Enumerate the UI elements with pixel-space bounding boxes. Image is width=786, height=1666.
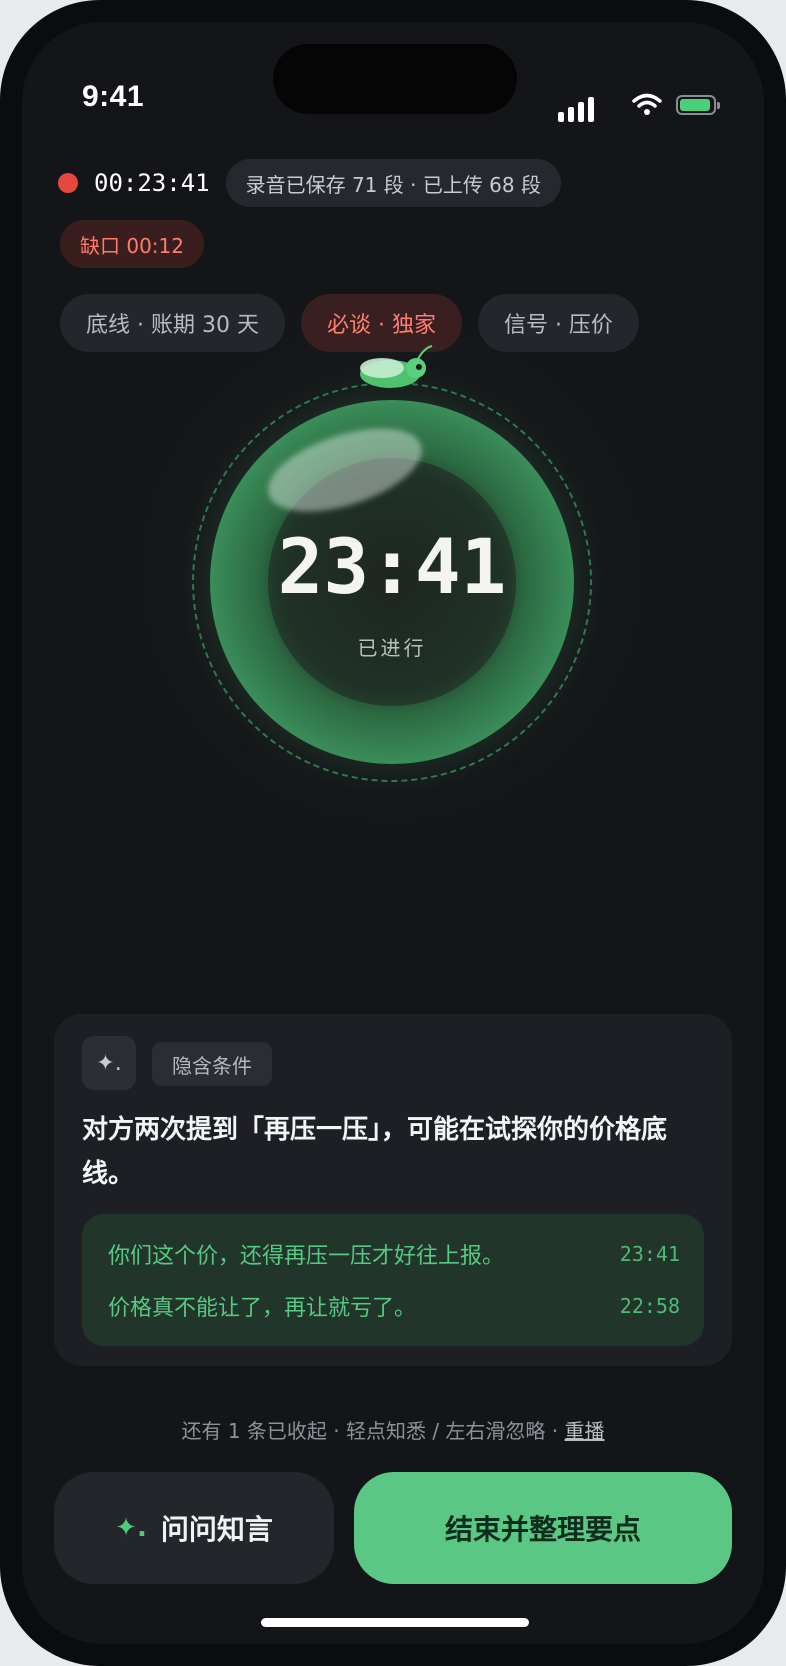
insight-tag: 隐含条件 <box>152 1042 272 1086</box>
end-and-summarize-button[interactable]: 结束并整理要点 <box>354 1472 732 1584</box>
dynamic-island <box>273 44 517 114</box>
status-icons <box>558 92 728 122</box>
quote-item[interactable]: 价格真不能让了，再让就亏了。 22:58 <box>108 1286 680 1326</box>
screen: 9:41 00:23:41 录音已保存 71 段 · 已上传 68 段 缺口 0… <box>22 22 764 1644</box>
end-and-summarize-label: 结束并整理要点 <box>444 1513 641 1546</box>
insight-card[interactable]: ✦. 隐含条件 对方两次提到「再压一压」，可能在试探你的价格底线。 你们这个价，… <box>54 1014 732 1366</box>
orb-label: 已进行 <box>357 636 427 660</box>
replay-link[interactable]: 重播 <box>565 1419 605 1443</box>
sparkle-icon: ✦. <box>115 1513 147 1543</box>
timer-orb: 23:41 已进行 <box>192 382 592 782</box>
collapsed-hint: 还有 1 条已收起 · 轻点知悉 / 左右滑忽略 · 重播 <box>22 1415 764 1444</box>
chip-bottom-line[interactable]: 底线 · 账期 30 天 <box>60 294 285 352</box>
quote-text: 你们这个价，还得再压一压才好往上报。 <box>108 1244 505 1269</box>
gap-badge: 缺口 00:12 <box>60 220 204 268</box>
hint-text: 还有 1 条已收起 · 轻点知悉 / 左右滑忽略 · <box>181 1419 565 1443</box>
quote-item[interactable]: 你们这个价，还得再压一压才好往上报。 23:41 <box>108 1234 680 1274</box>
orb-elapsed-time: 23:41 <box>277 522 507 611</box>
chip-signal[interactable]: 信号 · 压价 <box>477 294 639 352</box>
ask-assistant-button[interactable]: ✦. 问问知言 <box>54 1472 334 1584</box>
insight-text: 对方两次提到「再压一压」，可能在试探你的价格底线。 <box>82 1115 668 1189</box>
quote-timestamp: 22:58 <box>619 1294 680 1318</box>
phone-frame: 9:41 00:23:41 录音已保存 71 段 · 已上传 68 段 缺口 0… <box>0 0 786 1666</box>
evidence-quotes: 你们这个价，还得再压一压才好往上报。 23:41 价格真不能让了，再让就亏了。 … <box>82 1214 704 1346</box>
status-time: 9:41 <box>82 80 145 113</box>
recording-row: 00:23:41 录音已保存 71 段 · 已上传 68 段 <box>58 159 561 207</box>
sparkle-icon[interactable]: ✦. <box>82 1036 136 1090</box>
quote-text: 价格真不能让了，再让就亏了。 <box>108 1296 417 1321</box>
cricket-mascot-icon <box>360 345 433 388</box>
quote-timestamp: 23:41 <box>619 1242 680 1266</box>
wifi-icon <box>632 93 662 115</box>
battery-icon <box>676 95 720 115</box>
ask-assistant-label: 问问知言 <box>160 1513 273 1546</box>
recording-dot-icon <box>58 173 78 193</box>
recording-elapsed: 00:23:41 <box>94 169 210 197</box>
recording-status-pill: 录音已保存 71 段 · 已上传 68 段 <box>225 159 561 207</box>
home-indicator[interactable] <box>261 1618 529 1627</box>
